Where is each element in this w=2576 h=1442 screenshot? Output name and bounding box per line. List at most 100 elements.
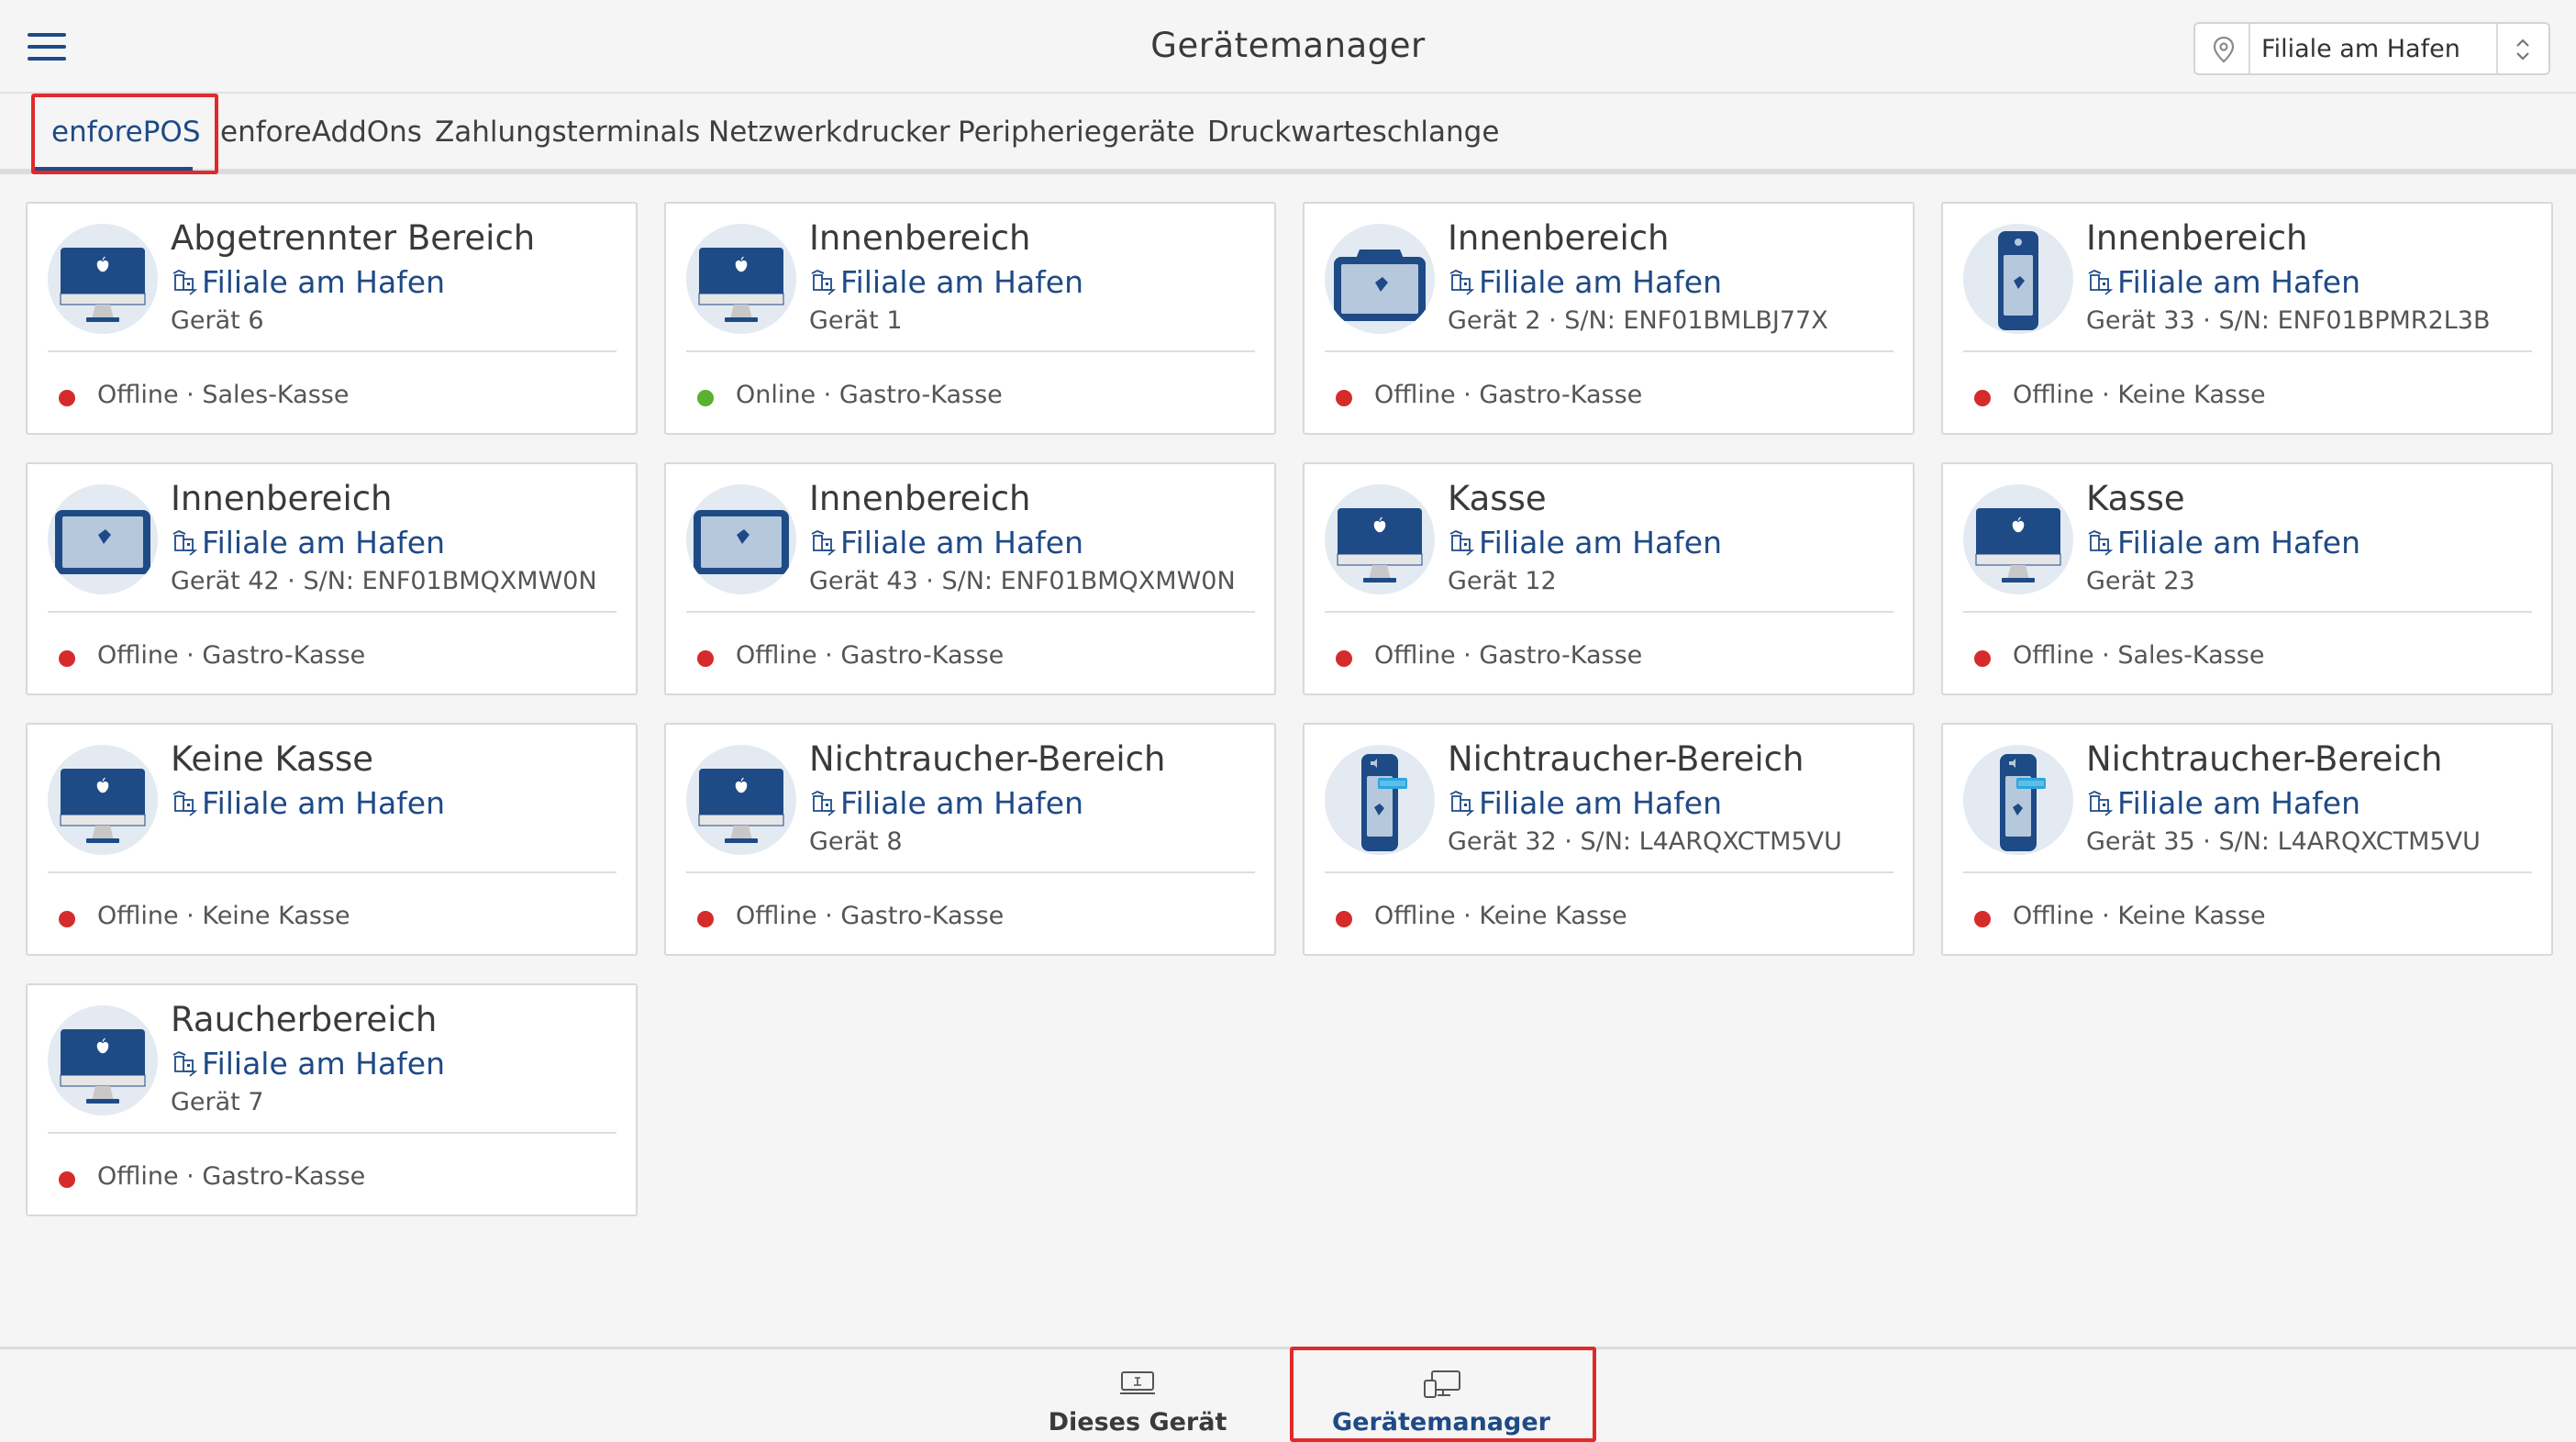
device-id: Gerät 12 — [1448, 567, 1557, 595]
device-name: Keine Kasse — [171, 739, 374, 779]
device-card[interactable]: Innenbereich Filiale am Hafen Gerät 42 ·… — [26, 462, 638, 695]
device-branch: Filiale am Hafen — [840, 525, 1083, 560]
card-divider — [1963, 611, 2532, 613]
device-branch: Filiale am Hafen — [202, 785, 445, 821]
card-divider — [1325, 350, 1893, 352]
device-status: Online · Gastro-Kasse — [736, 381, 1003, 409]
branch-selector-value: Filiale am Hafen — [2261, 35, 2460, 63]
device-card[interactable]: Innenbereich Filiale am Hafen Gerät 33 ·… — [1941, 202, 2553, 435]
device-status: Offline · Gastro-Kasse — [736, 902, 1005, 930]
device-tablet-icon — [48, 484, 158, 594]
branch-location-icon — [811, 269, 837, 295]
branch-location-icon — [811, 790, 837, 816]
device-id: Gerät 32 · S/N: L4ARQXCTM5VU — [1448, 827, 1842, 856]
device-card[interactable]: Raucherbereich Filiale am Hafen Gerät 7 … — [26, 983, 638, 1216]
device-id: Gerät 2 · S/N: ENF01BMLBJ77X — [1448, 306, 1828, 335]
device-card[interactable]: Innenbereich Filiale am Hafen Gerät 1 On… — [664, 202, 1276, 435]
device-imac-icon — [48, 224, 158, 334]
card-divider — [686, 611, 1255, 613]
card-divider — [1963, 350, 2532, 352]
device-id: Gerät 1 — [809, 306, 903, 335]
status-indicator-icon — [697, 390, 714, 406]
device-card[interactable]: Nichtraucher-Bereich Filiale am Hafen Ge… — [664, 723, 1276, 956]
device-card[interactable]: Abgetrennter Bereich Filiale am Hafen Ge… — [26, 202, 638, 435]
device-branch: Filiale am Hafen — [1479, 525, 1722, 560]
branch-location-icon — [1449, 529, 1475, 556]
card-divider — [1325, 871, 1893, 873]
device-branch-line: Filiale am Hafen — [171, 525, 445, 560]
device-status: Offline · Keine Kasse — [97, 902, 350, 930]
tab-peripheriegeraete[interactable]: Peripheriegeräte — [958, 116, 1195, 149]
device-card[interactable]: Innenbereich Filiale am Hafen Gerät 2 · … — [1303, 202, 1915, 435]
device-name: Innenbereich — [171, 479, 393, 518]
device-branch-line: Filiale am Hafen — [2086, 264, 2360, 300]
device-name: Kasse — [1448, 479, 1547, 518]
device-handheld-icon — [1963, 224, 2073, 334]
device-card[interactable]: Kasse Filiale am Hafen Gerät 12 Offline … — [1303, 462, 1915, 695]
status-indicator-icon — [59, 390, 75, 406]
device-branch: Filiale am Hafen — [1479, 785, 1722, 821]
device-paypad-icon — [1325, 745, 1435, 855]
device-imac-icon — [48, 745, 158, 855]
device-branch-line: Filiale am Hafen — [1448, 525, 1722, 560]
device-imac-icon — [1963, 484, 2073, 594]
nav-this-device[interactable]: Dieses Gerät — [986, 1349, 1289, 1442]
device-branch-line: Filiale am Hafen — [1448, 264, 1722, 300]
device-id: Gerät 6 — [171, 306, 264, 335]
device-name: Innenbereich — [809, 218, 1031, 258]
branch-location-icon — [2088, 269, 2114, 295]
status-indicator-icon — [59, 650, 75, 667]
device-id: Gerät 43 · S/N: ENF01BMQXMW0N — [809, 567, 1236, 595]
device-pos-terminal-icon — [1325, 224, 1435, 334]
branch-location-icon — [172, 529, 198, 556]
status-indicator-icon — [1974, 390, 1991, 406]
device-branch: Filiale am Hafen — [202, 525, 445, 560]
device-id: Gerät 7 — [171, 1088, 264, 1116]
device-name: Nichtraucher-Bereich — [1448, 739, 1804, 779]
bottom-navigation: Dieses Gerät Gerätemanager — [0, 1347, 2576, 1442]
device-card[interactable]: Nichtraucher-Bereich Filiale am Hafen Ge… — [1303, 723, 1915, 956]
device-branch-line: Filiale am Hafen — [809, 264, 1083, 300]
device-branch: Filiale am Hafen — [202, 1046, 445, 1082]
device-status: Offline · Gastro-Kasse — [1374, 641, 1643, 670]
device-id: Gerät 33 · S/N: ENF01BPMR2L3B — [2086, 306, 2491, 335]
device-branch-line: Filiale am Hafen — [171, 264, 445, 300]
device-paypad-icon — [1963, 745, 2073, 855]
device-branch-line: Filiale am Hafen — [809, 785, 1083, 821]
device-branch: Filiale am Hafen — [1479, 264, 1722, 300]
status-indicator-icon — [1336, 911, 1352, 927]
device-branch-line: Filiale am Hafen — [809, 525, 1083, 560]
device-card[interactable]: Nichtraucher-Bereich Filiale am Hafen Ge… — [1941, 723, 2553, 956]
chevron-updown-icon — [2516, 39, 2529, 61]
card-divider — [1325, 611, 1893, 613]
nav-highlight-box — [1290, 1347, 1596, 1442]
device-imac-icon — [48, 1005, 158, 1115]
status-indicator-icon — [697, 650, 714, 667]
device-name: Innenbereich — [2086, 218, 2308, 258]
device-id: Gerät 42 · S/N: ENF01BMQXMW0N — [171, 567, 597, 595]
tab-druckwarteschlange[interactable]: Druckwarteschlange — [1207, 116, 1499, 149]
device-card[interactable]: Kasse Filiale am Hafen Gerät 23 Offline … — [1941, 462, 2553, 695]
branch-location-icon — [172, 269, 198, 295]
tab-netzwerkdrucker[interactable]: Netzwerkdrucker — [708, 116, 950, 149]
branch-location-icon — [172, 790, 198, 816]
branch-selector[interactable]: Filiale am Hafen — [2193, 22, 2550, 75]
device-card[interactable]: Innenbereich Filiale am Hafen Gerät 43 ·… — [664, 462, 1276, 695]
card-divider — [48, 350, 616, 352]
page-title: Gerätemanager — [1150, 26, 1426, 65]
device-branch: Filiale am Hafen — [2117, 264, 2360, 300]
tab-enforeaddons[interactable]: enforeAddOns — [220, 116, 422, 149]
tab-highlight-box — [31, 94, 218, 174]
device-status: Offline · Gastro-Kasse — [1374, 381, 1643, 409]
nav-this-device-label: Dieses Gerät — [1048, 1408, 1227, 1436]
device-imac-icon — [686, 745, 796, 855]
device-branch: Filiale am Hafen — [2117, 525, 2360, 560]
card-divider — [48, 611, 616, 613]
device-status: Offline · Sales-Kasse — [2013, 641, 2265, 670]
device-status: Offline · Keine Kasse — [1374, 902, 1627, 930]
device-branch-line: Filiale am Hafen — [171, 1046, 445, 1082]
device-card[interactable]: Keine Kasse Filiale am Hafen Offline · K… — [26, 723, 638, 956]
status-indicator-icon — [697, 911, 714, 927]
tab-bar: enforePOS enforeAddOns Zahlungsterminals… — [0, 94, 2576, 174]
tab-zahlungsterminals[interactable]: Zahlungsterminals — [435, 116, 700, 149]
